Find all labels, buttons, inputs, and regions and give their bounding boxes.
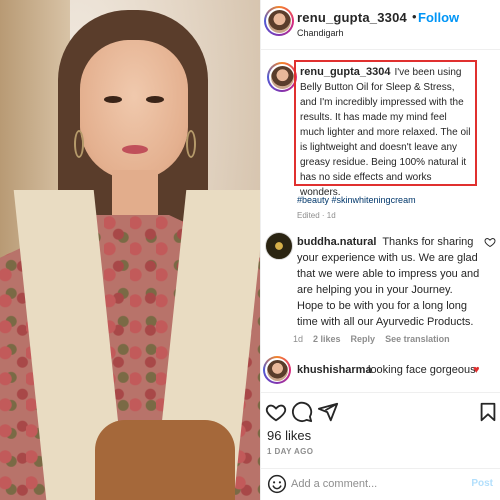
comment-avatar-buddha-natural[interactable] <box>265 232 293 260</box>
comment-bubble-icon[interactable] <box>291 401 313 423</box>
see-translation-button[interactable]: See translation <box>385 334 450 344</box>
likes-count[interactable]: 96 likes <box>267 428 311 443</box>
comment-reply-button[interactable]: Reply <box>351 334 376 344</box>
comment-text: looking face gorgeous <box>368 364 476 376</box>
post-time-ago: 1 DAY AGO <box>267 447 314 456</box>
photo-eye-left <box>104 96 122 103</box>
add-comment-input[interactable] <box>291 475 461 493</box>
comment-meta: 1d 2 likes Reply See translation <box>293 334 450 344</box>
author-username[interactable]: renu_gupta_3304 <box>297 10 407 25</box>
caption-highlight-box: renu_gupta_3304 I've been using Belly But… <box>294 60 477 198</box>
comment-username[interactable]: khushisharma <box>297 364 372 376</box>
comment-likes[interactable]: 2 likes <box>313 334 341 344</box>
caption-hashtags[interactable]: #beauty #skinwhiteningcream <box>297 195 416 205</box>
comment-username[interactable]: buddha.natural <box>297 236 376 248</box>
post-header: renu_gupta_3304 • Follow Chandigarh <box>261 0 500 50</box>
photo-earring-right <box>186 130 196 158</box>
post-photo[interactable] <box>0 0 260 500</box>
post-detail-panel: renu_gupta_3304 • Follow Chandigarh renu… <box>260 0 500 500</box>
photo-earring-left <box>74 130 84 158</box>
photo-lips <box>122 145 148 154</box>
photo-eye-right <box>146 96 164 103</box>
follow-button[interactable]: Follow <box>418 10 459 25</box>
post-comment-button[interactable]: Post <box>471 478 493 489</box>
post-location[interactable]: Chandigarh <box>297 28 344 38</box>
photo-bag <box>95 420 235 500</box>
caption-username[interactable]: renu_gupta_3304 <box>300 66 390 78</box>
save-bookmark-icon[interactable] <box>477 401 499 423</box>
caption-edited-time: Edited · 1d <box>297 211 336 220</box>
author-avatar[interactable] <box>264 6 294 36</box>
comment-time: 1d <box>293 334 304 344</box>
like-heart-icon[interactable] <box>265 401 287 423</box>
caption-author-avatar[interactable] <box>267 62 297 92</box>
separator-dot: • <box>412 9 417 24</box>
photo-neck <box>112 170 158 220</box>
heart-emoji-icon: ♥ <box>473 364 480 376</box>
like-comment-heart-icon[interactable] <box>484 236 496 248</box>
comment-avatar-khushisharma[interactable] <box>263 356 291 384</box>
caption-text: I've been using Belly Button Oil for Sle… <box>300 67 471 198</box>
comment-text: Thanks for sharing your experience with … <box>297 236 480 328</box>
photo-face <box>80 40 188 180</box>
share-send-icon[interactable] <box>317 401 339 423</box>
emoji-icon[interactable] <box>267 474 287 494</box>
comment-buddha-natural: buddha.natural Thanks for sharing your e… <box>297 234 482 330</box>
add-comment-bar: Post <box>261 468 500 500</box>
post-action-bar <box>261 392 500 428</box>
